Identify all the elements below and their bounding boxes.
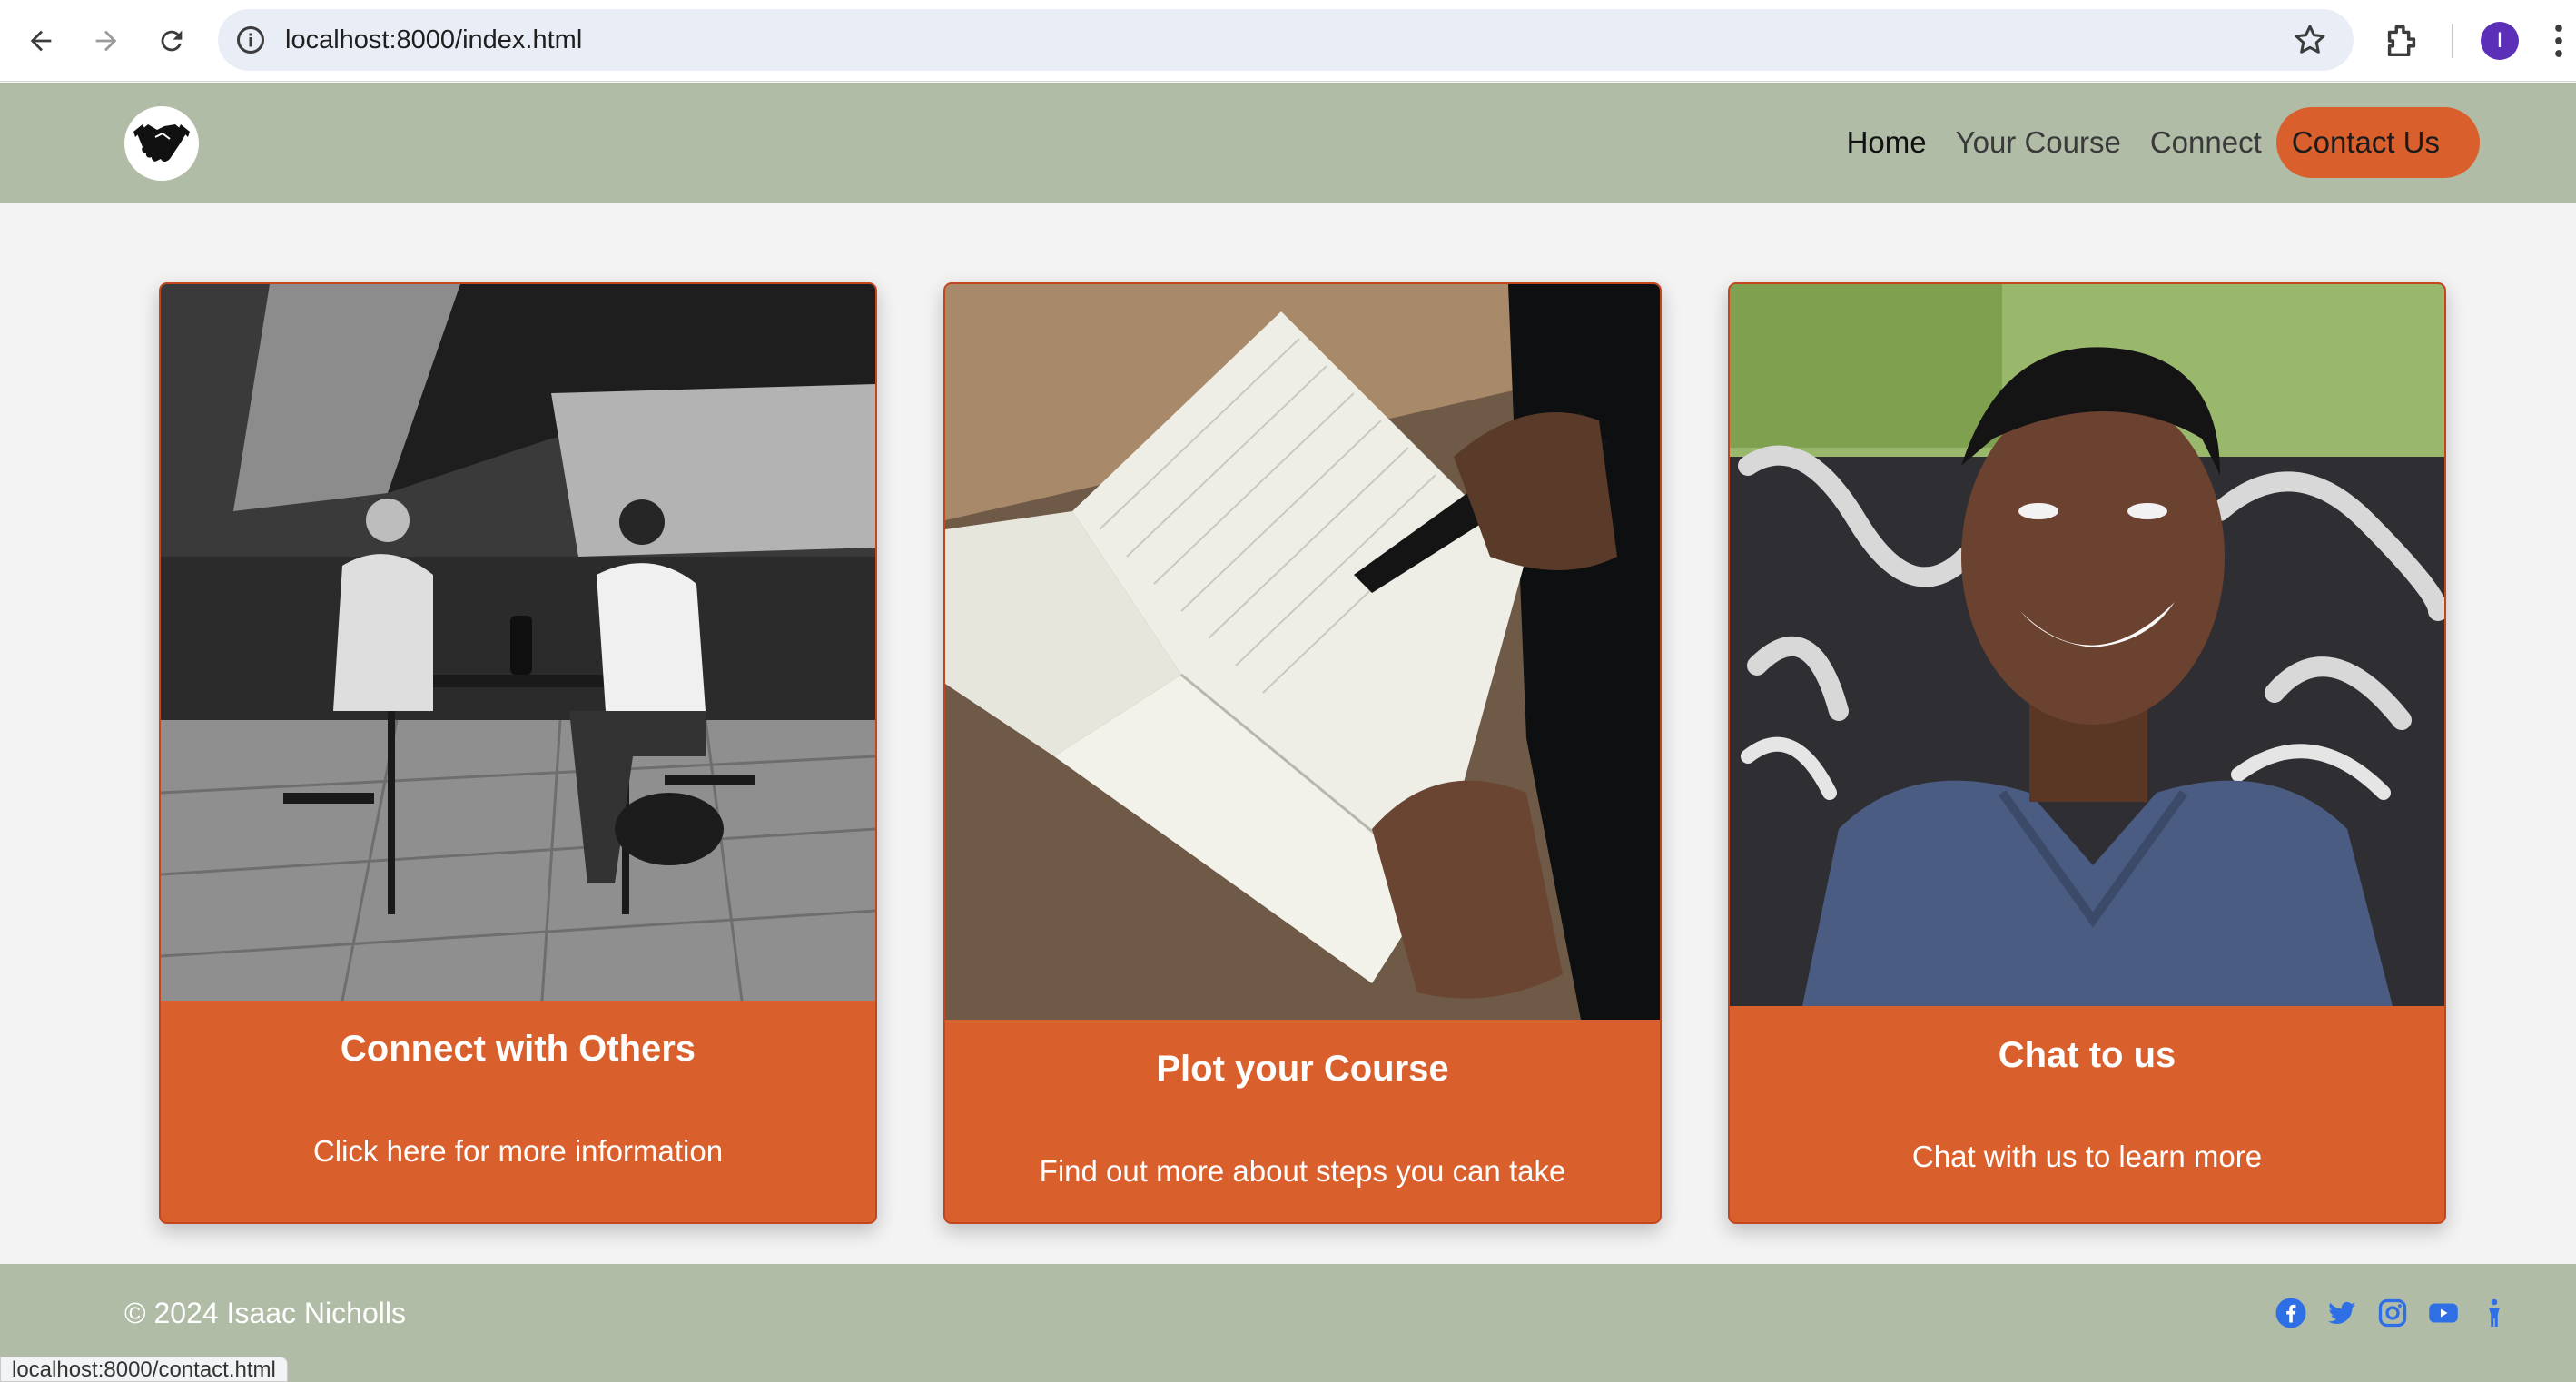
twitter-icon[interactable]: [2325, 1297, 2358, 1329]
card-title: Chat to us: [1998, 1035, 2176, 1075]
status-bar-link-preview: localhost:8000/contact.html: [0, 1357, 288, 1382]
toolbar-divider: [2452, 24, 2453, 58]
reload-icon: [161, 30, 183, 52]
card-plot-course[interactable]: Plot your Course Find out more about ste…: [943, 282, 1662, 1224]
main-nav: Home Your Course Connect Contact Us: [1818, 106, 2480, 179]
kebab-menu-icon[interactable]: [2550, 22, 2568, 60]
star-icon[interactable]: [2292, 22, 2328, 58]
instagram-icon[interactable]: [2376, 1297, 2409, 1329]
forward-button[interactable]: [82, 16, 131, 65]
youtube-icon[interactable]: [2427, 1297, 2460, 1329]
social-links: [2256, 1297, 2511, 1329]
card-subtitle-link[interactable]: Find out more about steps you can take: [945, 1154, 1660, 1189]
card-subtitle-link[interactable]: Chat with us to learn more: [1730, 1140, 2444, 1174]
extensions-icon[interactable]: [2381, 20, 2423, 62]
card-connect[interactable]: Connect with Others Click here for more …: [159, 282, 877, 1224]
site-footer: © 2024 Isaac Nicholls: [0, 1264, 2576, 1382]
card-image-smiling-man: [1730, 284, 2444, 1006]
handshake-icon: [133, 124, 190, 162]
nav-contact-us-button[interactable]: Contact Us: [2275, 107, 2480, 178]
card-title: Plot your Course: [1156, 1049, 1449, 1089]
address-bar[interactable]: localhost:8000/index.html: [218, 9, 2354, 71]
nav-connect[interactable]: Connect: [2150, 125, 2262, 160]
browser-toolbar: localhost:8000/index.html I: [0, 0, 2576, 82]
card-title: Connect with Others: [340, 1029, 696, 1069]
site-header: Home Your Course Connect Contact Us: [0, 83, 2576, 203]
profile-avatar[interactable]: I: [2481, 22, 2519, 60]
info-icon[interactable]: [234, 24, 267, 56]
site-logo[interactable]: [124, 106, 199, 181]
card-chat[interactable]: Chat to us Chat with us to learn more: [1728, 282, 2446, 1224]
copyright-text: © 2024 Isaac Nicholls: [124, 1297, 406, 1329]
card-image-two-men-talking: [161, 284, 875, 1001]
card-image-notebook: [945, 284, 1660, 1020]
nav-your-course[interactable]: Your Course: [1956, 125, 2121, 160]
back-icon: [30, 30, 52, 52]
card-subtitle-link[interactable]: Click here for more information: [161, 1134, 875, 1169]
facebook-icon[interactable]: [2275, 1297, 2307, 1329]
url-text[interactable]: localhost:8000/index.html: [285, 24, 582, 56]
back-button[interactable]: [16, 16, 65, 65]
nav-home[interactable]: Home: [1847, 125, 1927, 160]
forward-icon: [95, 30, 117, 52]
accessibility-icon[interactable]: [2478, 1297, 2511, 1329]
reload-button[interactable]: [147, 16, 196, 65]
